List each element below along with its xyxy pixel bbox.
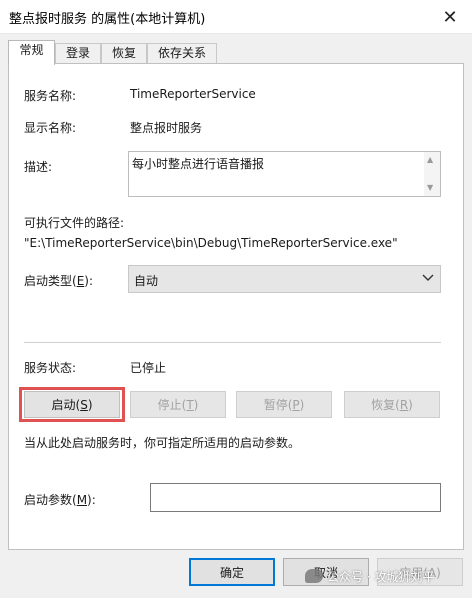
title-bar: 整点报时服务 的属性(本地计算机) ✕	[0, 0, 472, 34]
tab-dependencies[interactable]: 依存关系	[147, 43, 217, 64]
exe-path-label: 可执行文件的路径:	[24, 216, 125, 230]
service-status-label: 服务状态:	[24, 361, 77, 375]
properties-dialog: 整点报时服务 的属性(本地计算机) ✕ 常规 登录 恢复 依存关系 服务名称: …	[0, 0, 472, 598]
tab-logon[interactable]: 登录	[55, 43, 101, 64]
scroll-up-icon[interactable]: ▲	[427, 155, 433, 164]
startup-type-label: 启动类型(E):	[24, 274, 94, 288]
description-value: 每小时整点进行语音播报	[132, 157, 265, 171]
start-params-hint: 当从此处启动服务时，你可指定所适用的启动参数。	[24, 436, 301, 450]
wechat-icon	[305, 569, 323, 583]
resume-button[interactable]: 恢复(R)	[344, 391, 440, 418]
exe-path-value: "E:\TimeReporterService\bin\Debug\TimeRe…	[24, 236, 398, 250]
start-button[interactable]: 启动(S)	[24, 391, 120, 418]
service-name-label: 服务名称:	[24, 89, 77, 103]
watermark-text: 公众号 · 攻城狮刘平	[327, 570, 435, 584]
description-textbox[interactable]: 每小时整点进行语音播报 ▲ ▼	[128, 151, 441, 197]
pause-button[interactable]: 暂停(P)	[236, 391, 332, 418]
watermark: 公众号 · 攻城狮刘平	[305, 568, 434, 585]
tab-recovery[interactable]: 恢复	[101, 43, 147, 64]
display-name-value: 整点报时服务	[130, 121, 203, 135]
start-params-label: 启动参数(M):	[24, 493, 96, 507]
ok-button[interactable]: 确定	[189, 558, 275, 586]
startup-type-value: 自动	[134, 274, 159, 288]
chevron-down-icon	[422, 274, 434, 281]
tab-general[interactable]: 常规	[8, 40, 55, 65]
service-name-value: TimeReporterService	[130, 87, 256, 101]
close-icon[interactable]: ✕	[428, 0, 472, 34]
start-params-input[interactable]	[150, 483, 441, 512]
stop-button[interactable]: 停止(T)	[130, 391, 226, 418]
description-scrollbar[interactable]: ▲ ▼	[424, 152, 440, 196]
scroll-down-icon[interactable]: ▼	[427, 183, 433, 192]
description-label: 描述:	[24, 160, 53, 174]
general-tab-panel	[8, 63, 464, 550]
separator	[24, 342, 441, 343]
startup-type-select[interactable]: 自动	[128, 265, 441, 293]
service-status-value: 已停止	[130, 361, 167, 375]
display-name-label: 显示名称:	[24, 121, 77, 135]
window-title: 整点报时服务 的属性(本地计算机)	[9, 12, 206, 27]
